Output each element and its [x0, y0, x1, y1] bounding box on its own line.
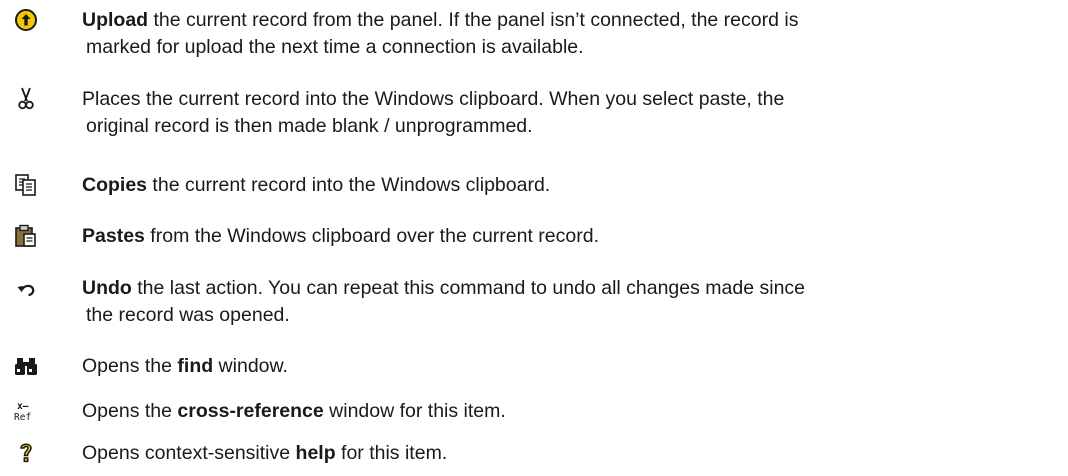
help-text-after: for this item. [335, 442, 448, 464]
cross-reference-icon: x– Ref [14, 401, 31, 423]
paste-text-line1: from the Windows clipboard over the curr… [144, 225, 599, 247]
scissors-cut-icon [18, 87, 34, 110]
find-description: Opens the find window. [82, 353, 1057, 380]
undo-description: Undo the last action. You can repeat thi… [82, 275, 1057, 329]
paste-label: Pastes [82, 225, 145, 247]
cut-text-line1: Places the current record into the Windo… [82, 88, 785, 110]
binoculars-icon [15, 358, 37, 375]
copy-text-line1: the current record into the Windows clip… [147, 174, 551, 196]
upload-text-line1: the current record from the panel. If th… [148, 9, 799, 31]
help-text-before: Opens context-sensitive [82, 442, 296, 464]
cut-text-line2: original record is then made blank / unp… [86, 115, 533, 137]
help-page: Upload the current record from the panel… [0, 0, 1068, 476]
cross-reference-text-before: Opens the [82, 400, 178, 422]
find-text-after: window. [213, 355, 288, 377]
cut-description: Places the current record into the Windo… [82, 86, 1057, 140]
cross-reference-icon-bottom: Ref [14, 412, 31, 423]
undo-label: Undo [82, 277, 132, 299]
help-description: Opens context-sensitive help for this it… [82, 440, 1057, 467]
find-label: find [177, 355, 214, 377]
copy-description: Copies the current record into the Windo… [82, 172, 1057, 199]
paste-clipboard-icon [15, 224, 36, 247]
upload-label: Upload [82, 9, 149, 31]
copy-label: Copies [82, 174, 148, 196]
copy-icon [15, 174, 36, 196]
help-label: help [295, 442, 336, 464]
undo-text-line1: the last action. You can repeat this com… [131, 277, 806, 299]
cross-reference-description: Opens the cross-reference window for thi… [82, 398, 1057, 425]
upload-description: Upload the current record from the panel… [82, 7, 1057, 61]
cross-reference-text-after: window for this item. [323, 400, 506, 422]
cross-reference-label: cross-reference [177, 400, 324, 422]
upload-text-line2: marked for upload the next time a connec… [86, 36, 584, 58]
upload-icon [15, 9, 37, 31]
undo-text-line2: the record was opened. [86, 304, 290, 326]
help-question-icon [20, 443, 32, 463]
cross-reference-icon-top: x– [17, 401, 29, 412]
paste-description: Pastes from the Windows clipboard over t… [82, 223, 1057, 250]
undo-arrow-icon [17, 284, 35, 297]
find-text-before: Opens the [82, 355, 178, 377]
